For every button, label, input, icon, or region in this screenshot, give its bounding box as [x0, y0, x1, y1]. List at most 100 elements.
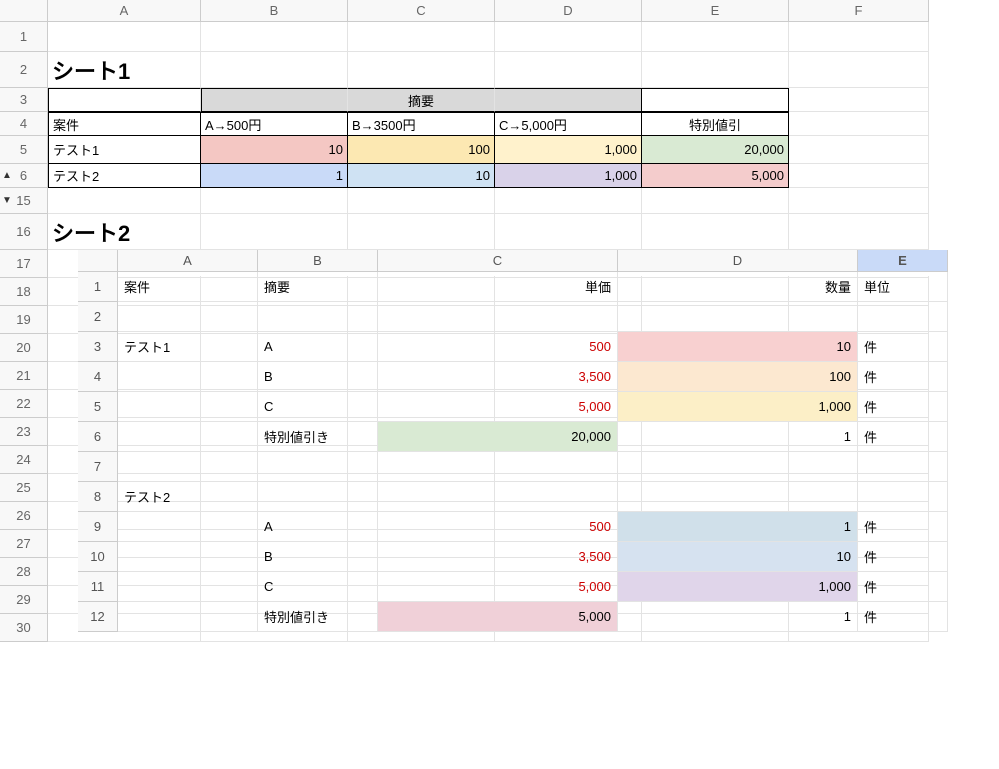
- row-header-28[interactable]: 28: [0, 558, 48, 586]
- inner-cell-1-A[interactable]: 案件: [118, 272, 258, 302]
- inner-cell-12-B[interactable]: 特別値引き: [258, 602, 378, 632]
- inner-cell-12-D[interactable]: 1: [618, 602, 858, 632]
- sheet1-r4-A[interactable]: 案件: [48, 112, 201, 136]
- inner-cell-5-C[interactable]: 5,000: [378, 392, 618, 422]
- col-header-B[interactable]: B: [201, 0, 348, 22]
- inner-cell-2-D[interactable]: [618, 302, 858, 332]
- inner-cell-9-C[interactable]: 500: [378, 512, 618, 542]
- inner-col-header-D[interactable]: D: [618, 250, 858, 272]
- inner-cell-10-C[interactable]: 3,500: [378, 542, 618, 572]
- inner-cell-2-C[interactable]: [378, 302, 618, 332]
- inner-col-header-B[interactable]: B: [258, 250, 378, 272]
- cell[interactable]: [495, 88, 642, 112]
- inner-cell-11-C[interactable]: 5,000: [378, 572, 618, 602]
- inner-cell-4-E[interactable]: 件: [858, 362, 948, 392]
- inner-cell-8-B[interactable]: [258, 482, 378, 512]
- inner-cell-10-D[interactable]: 10: [618, 542, 858, 572]
- inner-cell-4-A[interactable]: [118, 362, 258, 392]
- row-header-15[interactable]: ▼15: [0, 188, 48, 214]
- row-header-20[interactable]: 20: [0, 334, 48, 362]
- sheet1-r6-B[interactable]: 1: [201, 164, 348, 188]
- cell[interactable]: [642, 22, 789, 52]
- inner-cell-2-E[interactable]: [858, 302, 948, 332]
- inner-row-header-7[interactable]: 7: [78, 452, 118, 482]
- row-header-1[interactable]: 1: [0, 22, 48, 52]
- row-header-27[interactable]: 27: [0, 530, 48, 558]
- cell[interactable]: [642, 88, 789, 112]
- cell[interactable]: [201, 188, 348, 214]
- sheet1-r4-B[interactable]: A→500円: [201, 112, 348, 136]
- cell[interactable]: [789, 52, 929, 88]
- inner-cell-6-D[interactable]: 1: [618, 422, 858, 452]
- inner-select-all-corner[interactable]: [78, 250, 118, 272]
- row-header-26[interactable]: 26: [0, 502, 48, 530]
- inner-cell-8-A[interactable]: テスト2: [118, 482, 258, 512]
- row-header-18[interactable]: 18: [0, 278, 48, 306]
- row-header-3[interactable]: 3: [0, 88, 48, 112]
- inner-cell-4-D[interactable]: 100: [618, 362, 858, 392]
- inner-cell-8-D[interactable]: [618, 482, 858, 512]
- cell[interactable]: [348, 188, 495, 214]
- row-header-22[interactable]: 22: [0, 390, 48, 418]
- inner-cell-2-B[interactable]: [258, 302, 378, 332]
- group-marker-icon[interactable]: ▲: [2, 170, 12, 181]
- inner-cell-7-A[interactable]: [118, 452, 258, 482]
- sheet1-r4-E[interactable]: 特別値引: [642, 112, 789, 136]
- cell[interactable]: [642, 52, 789, 88]
- sheet1-r5-E[interactable]: 20,000: [642, 136, 789, 164]
- inner-cell-7-C[interactable]: [378, 452, 618, 482]
- sheet1-header-span[interactable]: 摘要: [348, 88, 495, 112]
- col-header-D[interactable]: D: [495, 0, 642, 22]
- inner-row-header-5[interactable]: 5: [78, 392, 118, 422]
- inner-cell-2-A[interactable]: [118, 302, 258, 332]
- inner-row-header-1[interactable]: 1: [78, 272, 118, 302]
- cell[interactable]: [201, 52, 348, 88]
- inner-cell-10-E[interactable]: 件: [858, 542, 948, 572]
- cell-grid[interactable]: シート1摘要案件A→500円B→3500円C→5,000円特別値引テスト1101…: [48, 22, 929, 642]
- inner-cell-6-A[interactable]: [118, 422, 258, 452]
- select-all-corner[interactable]: [0, 0, 48, 22]
- inner-grid[interactable]: 案件摘要単価数量単位テスト1A50010件B3,500100件C5,0001,0…: [118, 272, 948, 632]
- cell[interactable]: [642, 214, 789, 250]
- inner-cell-3-E[interactable]: 件: [858, 332, 948, 362]
- cell[interactable]: [789, 112, 929, 136]
- inner-cell-5-E[interactable]: 件: [858, 392, 948, 422]
- inner-cell-9-A[interactable]: [118, 512, 258, 542]
- inner-cell-7-D[interactable]: [618, 452, 858, 482]
- inner-cell-11-A[interactable]: [118, 572, 258, 602]
- cell[interactable]: [48, 88, 201, 112]
- row-header-23[interactable]: 23: [0, 418, 48, 446]
- row-header-6[interactable]: ▲6: [0, 164, 48, 188]
- col-header-C[interactable]: C: [348, 0, 495, 22]
- sheet1-r6-E[interactable]: 5,000: [642, 164, 789, 188]
- sheet1-r6-D[interactable]: 1,000: [495, 164, 642, 188]
- inner-cell-1-B[interactable]: 摘要: [258, 272, 378, 302]
- inner-cell-12-A[interactable]: [118, 602, 258, 632]
- inner-row-header-3[interactable]: 3: [78, 332, 118, 362]
- inner-row-header-11[interactable]: 11: [78, 572, 118, 602]
- inner-cell-4-B[interactable]: B: [258, 362, 378, 392]
- col-header-A[interactable]: A: [48, 0, 201, 22]
- group-marker-icon[interactable]: ▼: [2, 195, 12, 206]
- cell[interactable]: [495, 52, 642, 88]
- row-header-4[interactable]: 4: [0, 112, 48, 136]
- inner-row-header-6[interactable]: 6: [78, 422, 118, 452]
- cell[interactable]: [495, 188, 642, 214]
- inner-cell-1-D[interactable]: 数量: [618, 272, 858, 302]
- inner-cell-11-B[interactable]: C: [258, 572, 378, 602]
- row-header-17[interactable]: 17: [0, 250, 48, 278]
- sheet1-r5-D[interactable]: 1,000: [495, 136, 642, 164]
- row-header-24[interactable]: 24: [0, 446, 48, 474]
- sheet1-r5-C[interactable]: 100: [348, 136, 495, 164]
- inner-cell-9-E[interactable]: 件: [858, 512, 948, 542]
- sheet1-r4-C[interactable]: B→3500円: [348, 112, 495, 136]
- cell[interactable]: [348, 214, 495, 250]
- inner-cell-1-E[interactable]: 単位: [858, 272, 948, 302]
- inner-cell-12-E[interactable]: 件: [858, 602, 948, 632]
- inner-cell-1-C[interactable]: 単価: [378, 272, 618, 302]
- inner-cell-7-B[interactable]: [258, 452, 378, 482]
- sheet1-r5-A[interactable]: テスト1: [48, 136, 201, 164]
- sheet1-r5-B[interactable]: 10: [201, 136, 348, 164]
- sheet1-title[interactable]: シート1: [48, 52, 201, 88]
- col-header-E[interactable]: E: [642, 0, 789, 22]
